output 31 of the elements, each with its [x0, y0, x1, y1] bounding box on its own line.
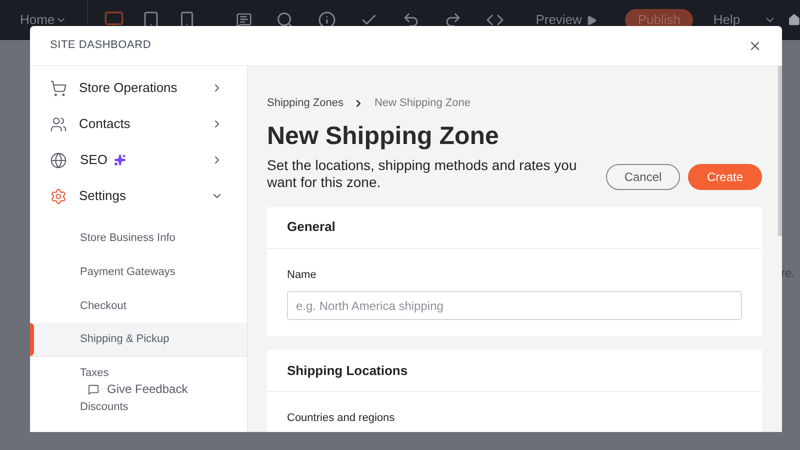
breadcrumb-current: New Shipping Zone	[374, 96, 470, 111]
page-description: Set the locations, shipping methods and rates you want for this zone.	[267, 156, 578, 190]
section-title: General	[287, 218, 336, 236]
input-field[interactable]: e.g. North America shipping	[287, 291, 742, 320]
preview-button[interactable]: Preview	[536, 10, 597, 30]
help-menu[interactable]: Help	[713, 10, 776, 30]
play-icon	[586, 14, 597, 26]
dashboard-title: SITE DASHBOARD	[50, 38, 152, 54]
page-title: New Shipping Zone	[267, 120, 500, 150]
sidebar-item[interactable]: Contacts	[30, 106, 247, 142]
comment-icon[interactable]	[236, 12, 252, 28]
sidebar-subitem[interactable]: Store Business Info	[30, 221, 247, 255]
feedback-button[interactable]: Give Feedback	[88, 380, 188, 398]
breadcrumb-link[interactable]: Shipping Zones	[267, 95, 344, 112]
sidebar-item[interactable]: Settings	[30, 178, 247, 214]
field-label: Countries and regions	[287, 411, 396, 426]
sidebar-item[interactable]: SEO	[30, 142, 247, 178]
field-label: Name	[287, 268, 318, 282]
cancel-button[interactable]: Cancel	[606, 164, 680, 190]
chat-icon	[88, 384, 99, 394]
sidebar-subitem[interactable]: Taxes	[30, 365, 247, 381]
undo-icon[interactable]	[402, 11, 420, 29]
sidebar-subitem[interactable]: Shipping & Pickup	[30, 323, 247, 357]
info-icon[interactable]	[318, 11, 336, 29]
sidebar-item[interactable]: Store Operations	[30, 70, 247, 106]
redo-icon[interactable]	[444, 11, 462, 29]
sidebar-subitem[interactable]: Discounts	[30, 399, 247, 415]
section-title: Shipping Locations	[287, 362, 408, 380]
sidebar-subitem[interactable]: Payment Gateways	[30, 255, 247, 289]
sidebar-subitem[interactable]: Checkout	[30, 289, 247, 323]
search-icon[interactable]	[276, 11, 294, 29]
